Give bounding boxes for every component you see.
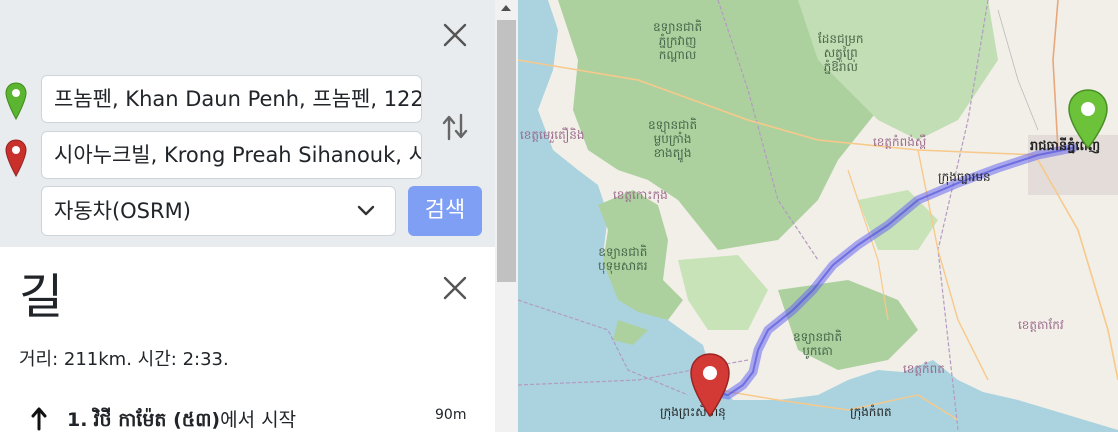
end-marker-icon <box>5 139 27 177</box>
map-label-town: ក្រុងច្បារមន <box>938 170 991 184</box>
end-pin-icon[interactable] <box>688 352 732 418</box>
straight-arrow-icon <box>31 407 47 431</box>
route-title: 길 <box>19 269 64 325</box>
routing-engine-select[interactable]: 자동차(OSRM) <box>41 186 396 236</box>
map-label-province: ខេត្តកំពត <box>903 362 945 376</box>
start-marker-icon <box>5 82 27 120</box>
step-number: 1. <box>67 409 88 431</box>
scroll-up-arrow-icon[interactable] <box>501 5 511 11</box>
step-suffix: 에서 시작 <box>220 409 297 431</box>
directions-search-panel: 프놈펜, Khan Daun Penh, 프놈펜, 12202, 캄보디아 시아… <box>0 0 495 247</box>
map-label-wildlife-sanctuary: ដែនជម្រក សត្វព្រៃ ភ្នំឱរ៉ាល់ <box>818 32 864 74</box>
search-button[interactable]: 검색 <box>408 186 482 236</box>
chevron-down-icon <box>357 205 375 216</box>
map-label-province: ខេត្តតាកែវ <box>1018 318 1064 332</box>
start-pin-icon[interactable] <box>1066 88 1110 150</box>
close-icon <box>443 276 467 300</box>
map-label-protected-area: ឧទ្យានជាតិ បូកគោ <box>793 330 843 358</box>
map-label-province: ខេត្តកោះកុង <box>613 188 668 202</box>
map-view[interactable]: ឧទ្យានជាតិ ភ្នំក្រវាញ កណ្តាល ដែនជម្រក សត្វព… <box>518 0 1118 432</box>
route-summary: 거리: 211km. 시간: 2:33. <box>19 349 229 370</box>
step-distance: 90m <box>435 407 467 423</box>
step-road-name: វិថី កាម៉ែត (៥៣) <box>93 409 221 431</box>
close-route-button[interactable] <box>441 274 469 302</box>
map-label-protected-area: ឧទ្យានជាតិ ភ្នំក្រវាញ កណ្តាល <box>653 20 703 62</box>
map-label-protected-area: ឧទ្យានជាតិ បុទុមសាគរ <box>598 245 648 273</box>
from-location-input[interactable]: 프놈펜, Khan Daun Penh, 프놈펜, 12202, 캄보디아 <box>41 75 422 123</box>
close-search-button[interactable] <box>441 21 469 49</box>
swap-directions-icon[interactable] <box>440 112 470 142</box>
map-label-province: ខេត្តមេរួតឿនិង <box>520 128 585 142</box>
sidebar-scrollbar[interactable] <box>495 0 518 432</box>
sidebar: 프놈펜, Khan Daun Penh, 프놈펜, 12202, 캄보디아 시아… <box>0 0 518 432</box>
scrollbar-thumb[interactable] <box>497 20 516 282</box>
route-step[interactable]: 1. វិថី កាម៉ែត (៥៣)에서 시작 90m <box>0 401 495 432</box>
map-label-province: ខេត្តកំពង់ស្ពឺ <box>873 135 927 149</box>
routing-engine-value: 자동차(OSRM) <box>54 199 191 223</box>
route-panel: 길 거리: 211km. 시간: 2:33. 1. វិថី កាម៉ែត (៥… <box>0 247 495 432</box>
to-location-input[interactable]: 시아누크빌, Krong Preah Sihanouk, 시아누크빌, 캄보디아 <box>41 131 422 179</box>
map-label-town: ក្រុងកំពត <box>850 405 892 419</box>
route-step-instruction: 1. វិថី កាម៉ែត (៥៣)에서 시작 <box>67 405 296 432</box>
map-label-protected-area: ឧទ្យានជាតិ ម្លប់ក្រាំង ខាងត្បូង <box>648 118 698 160</box>
close-icon <box>443 23 467 47</box>
